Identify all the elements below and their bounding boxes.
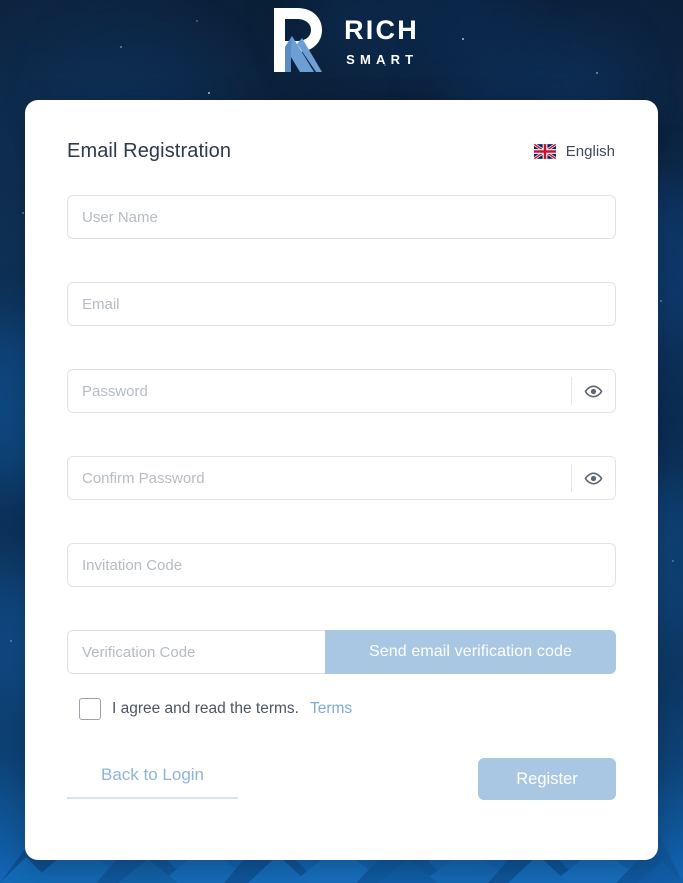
invitation-code-input[interactable] (67, 543, 616, 587)
rich-smart-logo-icon (274, 8, 323, 72)
eye-icon (584, 471, 603, 485)
field-email (67, 282, 616, 326)
register-button[interactable]: Register (478, 758, 616, 800)
brand-name-secondary: SMART (346, 51, 419, 67)
page-title: Email Registration (67, 140, 232, 162)
uk-flag-icon (533, 144, 556, 159)
registration-card: Email Registration English User Name Ema… (25, 100, 658, 860)
field-user-name (67, 195, 616, 239)
send-email-verification-code-button[interactable]: Send email verification code (325, 630, 616, 674)
field-password (67, 369, 616, 413)
language-selector[interactable]: English (533, 143, 616, 160)
registration-form: Send email verification code I agree and… (67, 195, 616, 800)
field-invitation-code (67, 543, 616, 587)
terms-link[interactable]: Terms (310, 700, 352, 718)
registration-page: RICH SMART Email Registration English Us… (0, 0, 683, 883)
brand-logo: RICH SMART (0, 4, 683, 76)
terms-checkbox[interactable] (79, 698, 101, 720)
password-input[interactable] (67, 369, 616, 413)
language-label: English (565, 143, 615, 160)
verification-code-input[interactable] (67, 630, 325, 674)
card-header: Email Registration English (67, 100, 616, 163)
confirm-password-visibility-toggle[interactable] (571, 464, 615, 492)
terms-agreement-row: I agree and read the terms. Terms (67, 698, 616, 720)
confirm-password-input[interactable] (67, 456, 616, 500)
terms-text: I agree and read the terms. (112, 700, 299, 717)
verification-code-row: Send email verification code (67, 630, 616, 674)
back-to-login-link[interactable]: Back to Login (67, 759, 239, 799)
password-visibility-toggle[interactable] (571, 377, 615, 405)
user-name-input[interactable] (67, 195, 616, 239)
form-actions: Back to Login Register (67, 758, 616, 800)
email-input[interactable] (67, 282, 616, 326)
field-confirm-password (67, 456, 616, 500)
brand-name-primary: RICH (344, 14, 419, 45)
eye-icon (584, 384, 603, 398)
